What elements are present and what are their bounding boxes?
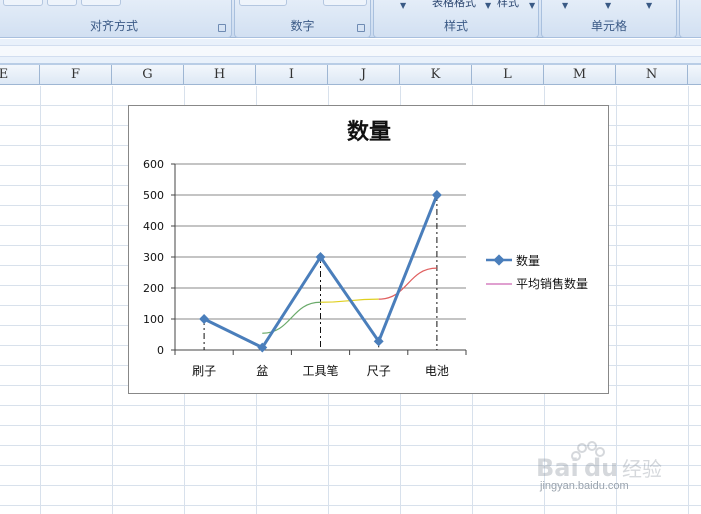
- formula-bar[interactable]: [0, 39, 701, 65]
- baidu-jingyan-watermark-logo: Bai du 经验: [536, 441, 662, 482]
- y-tick-label: 400: [143, 220, 164, 233]
- y-tick-label: 500: [143, 189, 164, 202]
- svg-text:Bai: Bai: [536, 454, 579, 482]
- column-header-row: E F G H I J K L M N: [0, 65, 701, 85]
- x-tick-label: 盆: [256, 364, 268, 378]
- chevron-down-icon[interactable]: ▼: [605, 1, 611, 10]
- formula-input[interactable]: [0, 45, 701, 57]
- grid-row-line: [0, 405, 701, 406]
- x-tick-label: 刷子: [192, 364, 216, 378]
- number-format-button[interactable]: [239, 0, 287, 6]
- grid-column-line: [40, 86, 41, 514]
- editing-group: [679, 0, 701, 38]
- styles-group-label: 样式: [443, 19, 468, 33]
- plot-area[interactable]: 0 100 200 300 400 500 600 刷子 盆 工具笔 尺子 电池: [143, 158, 467, 378]
- column-header-e[interactable]: E: [0, 65, 40, 85]
- column-header-m[interactable]: M: [544, 65, 616, 85]
- alignment-group-label: 对齐方式: [89, 19, 138, 33]
- cells-group: ▼ ▼ ▼ 单元格: [541, 0, 677, 38]
- chevron-down-icon[interactable]: ▼: [646, 1, 652, 10]
- quantity-point: [431, 190, 442, 200]
- align-button[interactable]: [47, 0, 77, 6]
- chevron-down-icon[interactable]: ▼: [485, 1, 491, 10]
- line-chart[interactable]: 数量 0 100 200 300 400 500 600 刷子 盆 工具笔 尺子 电池 数量 平均销售…: [128, 105, 609, 394]
- chart-svg: 数量 0 100 200 300 400 500 600 刷子 盆 工具笔 尺子 电池 数量 平均销售…: [143, 119, 588, 378]
- cell-styles-button[interactable]: 样式: [497, 0, 519, 10]
- number-format-button[interactable]: [323, 0, 367, 6]
- format-as-table-button[interactable]: 表格格式: [432, 0, 476, 10]
- svg-text:经验: 经验: [622, 457, 662, 481]
- alignment-group: 对齐方式: [0, 0, 232, 38]
- column-header-k[interactable]: K: [400, 65, 472, 85]
- number-group-label: 数字: [290, 19, 315, 33]
- column-header-j[interactable]: J: [328, 65, 400, 85]
- legend[interactable]: 数量 平均销售数量: [486, 253, 588, 291]
- y-tick-label: 300: [143, 251, 164, 264]
- column-header-l[interactable]: L: [472, 65, 544, 85]
- legend-marker-quantity: [493, 254, 505, 266]
- column-header-n[interactable]: N: [616, 65, 688, 85]
- svg-text:du: du: [584, 454, 618, 482]
- chevron-down-icon[interactable]: ▼: [562, 1, 568, 10]
- column-header-g[interactable]: G: [112, 65, 184, 85]
- average-series-line: [378, 267, 437, 300]
- y-tick-label: 0: [157, 344, 164, 357]
- ribbon: 对齐方式 数字 ▼ 表格格式 ▼ 样式 ▼ 样式 ▼ ▼ ▼ 单元格: [0, 0, 701, 38]
- column-header-i[interactable]: I: [256, 65, 328, 85]
- watermark-url: jingyan.baidu.com: [540, 480, 629, 492]
- legend-label-quantity: 数量: [516, 253, 540, 268]
- chevron-down-icon[interactable]: ▼: [400, 1, 406, 10]
- dialog-launcher-icon[interactable]: [357, 24, 365, 32]
- align-button[interactable]: [81, 0, 121, 6]
- number-group: 数字: [234, 0, 371, 38]
- align-button[interactable]: [3, 0, 43, 6]
- x-tick-label: 尺子: [367, 364, 391, 378]
- legend-label-average: 平均销售数量: [516, 276, 588, 291]
- column-header-f[interactable]: F: [40, 65, 112, 85]
- chevron-down-icon[interactable]: ▼: [529, 1, 535, 10]
- average-series-line: [262, 301, 321, 334]
- y-tick-label: 100: [143, 313, 164, 326]
- styles-group: ▼ 表格格式 ▼ 样式 ▼ 样式: [373, 0, 539, 38]
- grid-column-line: [112, 86, 113, 514]
- excel-window: 对齐方式 数字 ▼ 表格格式 ▼ 样式 ▼ 样式 ▼ ▼ ▼ 单元格 E F G…: [0, 0, 701, 514]
- dialog-launcher-icon[interactable]: [218, 24, 226, 32]
- x-tick-label: 工具笔: [302, 363, 338, 378]
- column-header-h[interactable]: H: [184, 65, 256, 85]
- x-tick-label: 电池: [425, 364, 449, 378]
- y-tick-label: 200: [143, 282, 164, 295]
- grid-row-line: [0, 505, 701, 506]
- chart-title[interactable]: 数量: [347, 119, 391, 145]
- grid-row-line: [0, 425, 701, 426]
- y-tick-label: 600: [143, 158, 164, 171]
- quantity-point: [199, 314, 210, 324]
- cells-group-label: 单元格: [590, 19, 627, 33]
